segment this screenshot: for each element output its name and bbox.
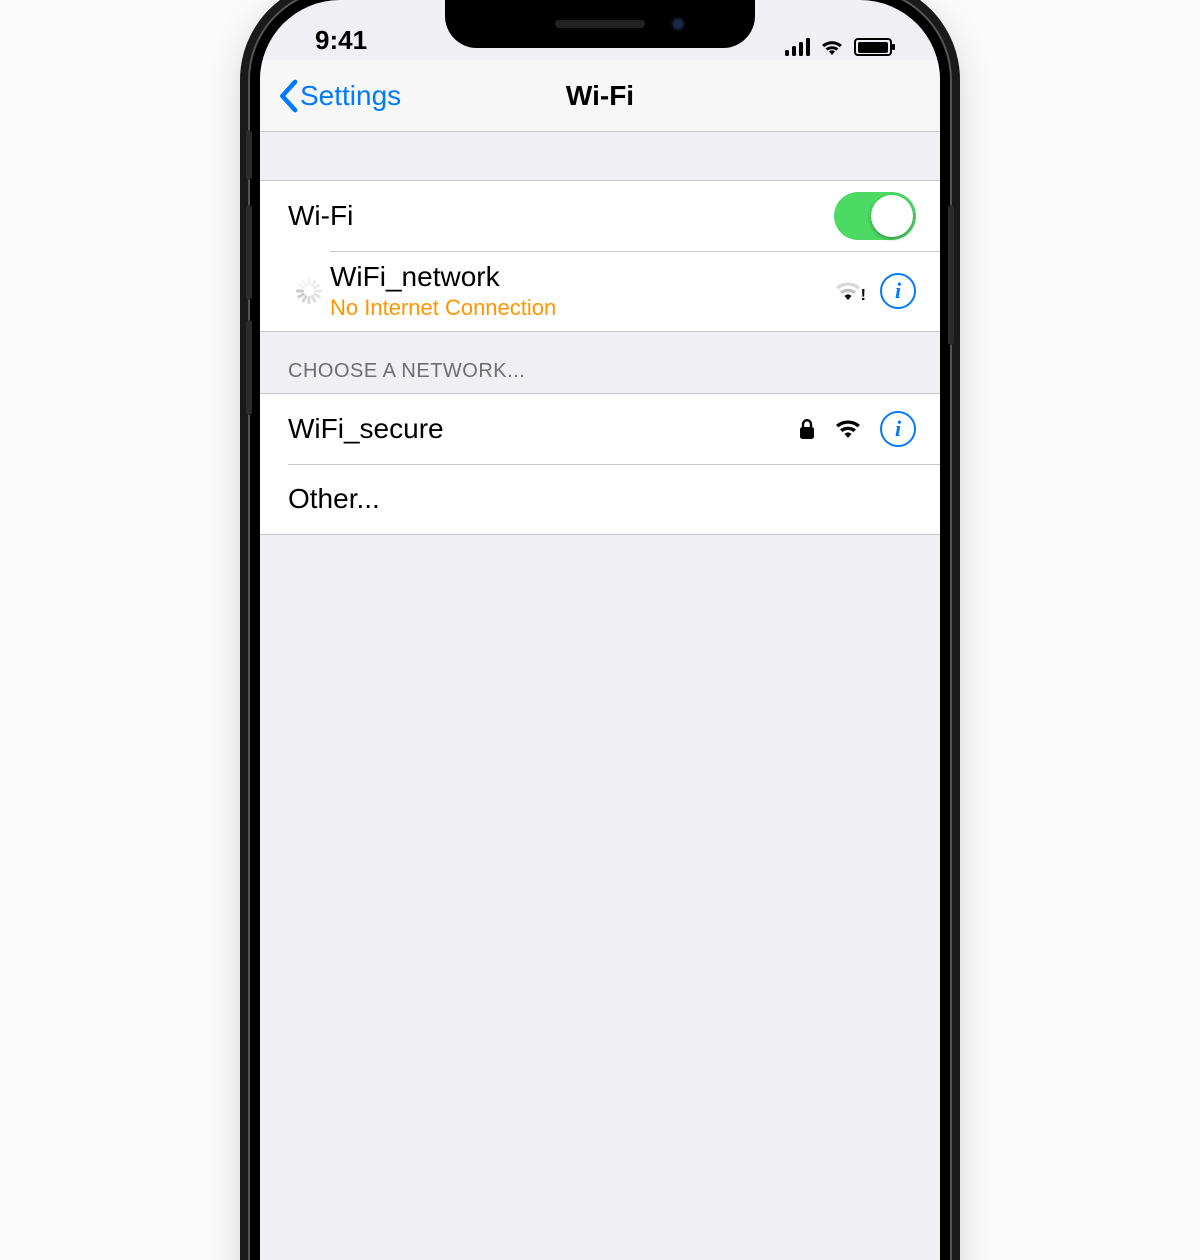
back-label: Settings bbox=[300, 80, 401, 112]
side-button bbox=[948, 205, 954, 345]
connected-network-status: No Internet Connection bbox=[330, 295, 834, 321]
info-button[interactable]: i bbox=[880, 273, 916, 309]
network-row-wifi-secure[interactable]: WiFi_secure i bbox=[260, 394, 940, 464]
wifi-main-group: Wi-Fi bbox=[260, 180, 940, 332]
spinner-icon bbox=[296, 278, 322, 304]
notch bbox=[445, 0, 755, 48]
wifi-toggle-label: Wi-Fi bbox=[288, 200, 834, 232]
choose-network-header: CHOOSE A NETWORK... bbox=[260, 332, 940, 393]
lock-icon bbox=[798, 418, 816, 440]
wifi-status-icon bbox=[820, 38, 844, 56]
nav-bar: Settings Wi-Fi bbox=[260, 60, 940, 132]
wifi-warning-icon: ! bbox=[834, 280, 862, 302]
volume-up-button bbox=[246, 205, 252, 300]
phone-screen: 9:41 Settings Wi-Fi bbox=[260, 0, 940, 1260]
battery-icon bbox=[854, 38, 892, 56]
speaker-grille bbox=[555, 20, 645, 28]
status-time: 9:41 bbox=[315, 25, 367, 56]
wifi-toggle[interactable] bbox=[834, 192, 916, 240]
wifi-toggle-row[interactable]: Wi-Fi bbox=[260, 181, 940, 251]
settings-content[interactable]: Wi-Fi bbox=[260, 132, 940, 535]
network-name: Other... bbox=[288, 483, 916, 515]
cellular-signal-icon bbox=[785, 38, 811, 56]
info-button[interactable]: i bbox=[880, 411, 916, 447]
network-name: WiFi_secure bbox=[288, 413, 798, 445]
front-camera bbox=[671, 17, 685, 31]
connected-network-name: WiFi_network bbox=[330, 261, 834, 293]
nav-title: Wi-Fi bbox=[566, 80, 634, 112]
back-button[interactable]: Settings bbox=[278, 79, 401, 113]
network-row-other[interactable]: Other... bbox=[260, 464, 940, 534]
network-list-group: WiFi_secure i bbox=[260, 393, 940, 535]
chevron-left-icon bbox=[278, 79, 298, 113]
wifi-signal-icon bbox=[834, 418, 862, 440]
phone-frame: 9:41 Settings Wi-Fi bbox=[250, 0, 950, 1260]
connected-network-row[interactable]: WiFi_network No Internet Connection ! bbox=[260, 251, 940, 331]
mute-switch bbox=[246, 130, 252, 180]
volume-down-button bbox=[246, 320, 252, 415]
